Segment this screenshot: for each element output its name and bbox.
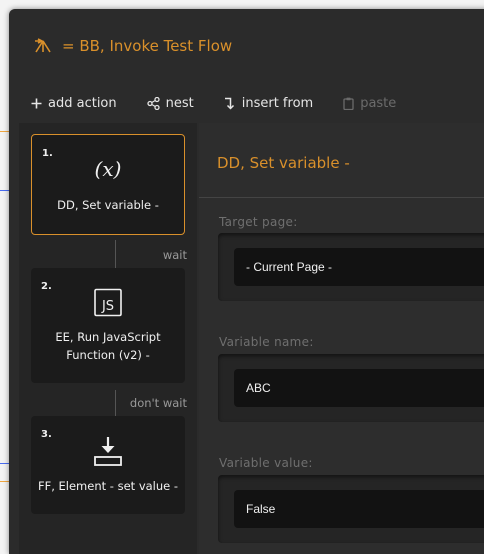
- svg-text:(x): (x): [95, 159, 122, 181]
- step-connector: [115, 240, 116, 268]
- variable-value-input[interactable]: False: [234, 490, 484, 528]
- javascript-icon: JS: [31, 288, 185, 318]
- target-page-field: - Current Page -: [218, 233, 484, 301]
- add-action-label: add action: [48, 95, 117, 111]
- target-page-select[interactable]: - Current Page -: [234, 248, 484, 286]
- add-action-button[interactable]: add action: [31, 96, 117, 111]
- step-label: FF, Element - set value -: [37, 479, 179, 493]
- step-number: 1.: [42, 148, 53, 159]
- variable-name-label: Variable name:: [219, 335, 314, 349]
- svg-text:JS: JS: [101, 299, 114, 314]
- clipboard-icon: [343, 97, 354, 110]
- variable-value-field: False: [218, 475, 484, 543]
- variable-name-field: ABC: [218, 354, 484, 422]
- insert-from-label: insert from: [241, 95, 314, 111]
- nest-label: nest: [165, 95, 194, 111]
- window-title: = BB, Invoke Test Flow: [62, 37, 233, 55]
- share-nodes-icon: [146, 96, 160, 110]
- flow-logo-icon: [34, 38, 52, 54]
- step-card-element-set-value[interactable]: 3. FF, Element - set value -: [31, 416, 185, 514]
- paste-button[interactable]: paste: [343, 96, 396, 111]
- step-label: EE, Run JavaScript Function (v2) -: [55, 330, 161, 362]
- connector-label: wait: [162, 248, 187, 262]
- step-card-set-variable[interactable]: 1. (x) DD, Set variable -: [31, 134, 185, 235]
- step-detail-panel: DD, Set variable - Target page: - Curren…: [199, 123, 484, 554]
- action-editor-panel: = BB, Invoke Test Flow add action nest i…: [9, 9, 484, 554]
- detail-title: DD, Set variable -: [217, 154, 350, 172]
- step-label: DD, Set variable -: [57, 198, 159, 212]
- step-card-run-javascript[interactable]: 2. JS EE, Run JavaScript Function (v2) -: [31, 268, 185, 383]
- step-connector: [115, 390, 116, 416]
- insert-from-button[interactable]: insert from: [224, 96, 313, 111]
- plus-icon: [31, 98, 42, 109]
- steps-list: 1. (x) DD, Set variable - wait 2. JS EE,…: [19, 123, 197, 554]
- nest-button[interactable]: nest: [146, 95, 194, 111]
- target-page-label: Target page:: [219, 215, 298, 229]
- title-bar: = BB, Invoke Test Flow: [9, 9, 484, 83]
- variable-value-label: Variable value:: [219, 456, 313, 470]
- divider: [199, 197, 484, 198]
- variable-x-icon: (x): [32, 159, 184, 181]
- connector-label: don't wait: [129, 396, 187, 410]
- toolbar: add action nest insert from paste: [9, 83, 484, 123]
- arrow-turn-down-icon: [224, 97, 236, 110]
- variable-name-input[interactable]: ABC: [234, 369, 484, 407]
- paste-label: paste: [360, 95, 397, 111]
- download-set-value-icon: [31, 436, 185, 468]
